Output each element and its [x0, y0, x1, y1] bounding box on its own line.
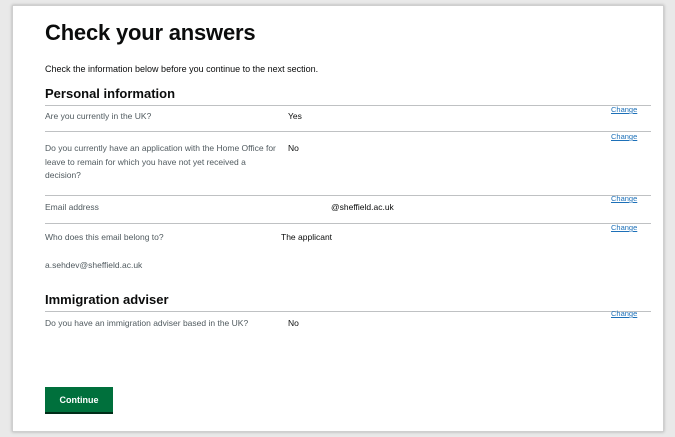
divider [45, 223, 651, 224]
section-heading-immigration-adviser: Immigration adviser [45, 292, 169, 307]
row-value-email-owner: The applicant [281, 232, 333, 242]
divider [45, 105, 651, 106]
row-key-pending-application: Do you currently have an application wit… [45, 143, 276, 180]
intro-text: Check the information below before you c… [45, 64, 319, 74]
page-title: Check your answers [45, 20, 256, 45]
change-link-immigration-adviser[interactable]: Change [611, 309, 653, 318]
change-link-email-owner[interactable]: Change [611, 223, 653, 232]
divider [45, 131, 651, 132]
divider [45, 311, 651, 312]
row-key-email-owner: Who does this email belong to? [45, 232, 164, 242]
continue-button[interactable]: Continue [45, 387, 113, 412]
row-value-email-address: @sheffield.ac.uk [331, 202, 394, 212]
change-link-pending-application[interactable]: Change [611, 132, 653, 141]
row-key-in-uk: Are you currently in the UK? [45, 111, 152, 121]
section-heading-personal-information: Personal information [45, 86, 176, 101]
row-key-immigration-adviser: Do you have an immigration adviser based… [45, 318, 249, 328]
page-frame: Check your answers Check the information… [12, 5, 664, 432]
row-value-immigration-adviser: No [288, 318, 299, 328]
change-link-email-address[interactable]: Change [611, 194, 653, 203]
change-link-in-uk[interactable]: Change [611, 105, 653, 114]
row-value-pending-application: No [288, 143, 299, 153]
divider [45, 195, 651, 196]
row-value-in-uk: Yes [288, 111, 302, 121]
secondary-email-text: a.sehdev@sheffield.ac.uk [45, 260, 143, 270]
row-key-email-address: Email address [45, 202, 99, 212]
